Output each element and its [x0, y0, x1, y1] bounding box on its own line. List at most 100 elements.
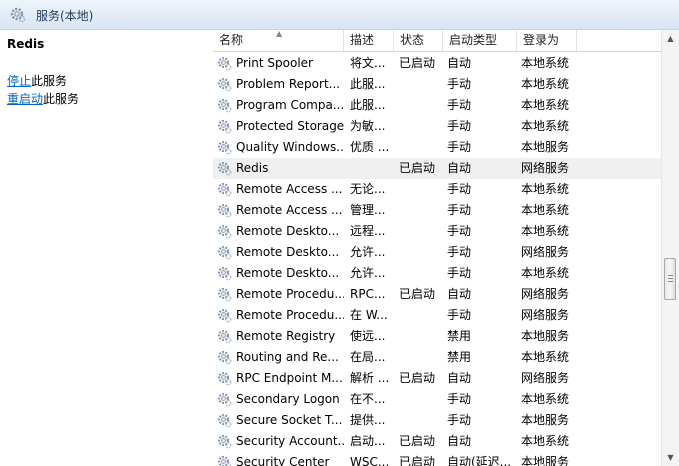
- table-row[interactable]: Program Compa... 此服... 手动 本地系统: [213, 95, 661, 116]
- description-cell: 在 W...: [350, 308, 388, 322]
- column-header-description[interactable]: 描述: [344, 30, 394, 51]
- service-name-cell: Secondary Logon: [236, 392, 340, 406]
- description-cell: 无论...: [350, 182, 386, 196]
- table-row[interactable]: Remote Access ... 无论... 手动 本地系统: [213, 179, 661, 200]
- service-gear-icon: [217, 119, 232, 134]
- table-row[interactable]: Remote Registry 使远... 禁用 本地服务: [213, 326, 661, 347]
- status-cell: 已启动: [399, 161, 436, 175]
- column-header-startup-type[interactable]: 启动类型: [443, 30, 517, 51]
- service-gear-icon: [217, 98, 232, 113]
- service-gear-icon: [217, 350, 232, 365]
- column-header-status[interactable]: 状态: [394, 30, 443, 51]
- service-gear-icon: [217, 245, 232, 260]
- table-row[interactable]: Secondary Logon 在不... 手动 本地系统: [213, 389, 661, 410]
- column-header-name[interactable]: 名称 ▲: [213, 30, 344, 51]
- restart-service-text: 此服务: [43, 92, 80, 106]
- table-row[interactable]: Remote Procedu... RPC... 已启动 自动 网络服务: [213, 284, 661, 305]
- startup-type-cell: 手动: [447, 392, 472, 406]
- service-name-cell: Remote Deskto...: [236, 266, 340, 280]
- service-name-cell: Security Account...: [236, 434, 344, 448]
- services-gear-icon: [10, 7, 26, 23]
- table-row[interactable]: Secure Socket T... 提供... 手动 本地服务: [213, 410, 661, 431]
- table-row[interactable]: Remote Deskto... 远程... 手动 本地系统: [213, 221, 661, 242]
- service-name-cell: Secure Socket T...: [236, 413, 343, 427]
- column-header-logon-as[interactable]: 登录为: [517, 30, 577, 51]
- description-cell: 将文...: [350, 56, 386, 70]
- status-cell: 已启动: [399, 287, 436, 301]
- status-cell: [399, 200, 443, 221]
- table-row[interactable]: Remote Deskto... 允许... 手动 网络服务: [213, 242, 661, 263]
- logon-as-cell: 本地系统: [521, 203, 570, 217]
- restart-service-action: 重启动此服务: [7, 90, 79, 107]
- status-cell: [399, 242, 443, 263]
- service-gear-icon: [217, 287, 232, 302]
- services-table: 名称 ▲ 描述 状态 启动类型 登录为 Print Spooler 将文... 已启…: [213, 30, 661, 466]
- startup-type-cell: 自动(延迟...: [447, 455, 512, 466]
- column-name-label: 名称: [219, 33, 244, 47]
- scrollbar-thumb[interactable]: [664, 258, 676, 300]
- service-name-cell: Redis: [236, 161, 269, 175]
- service-gear-icon: [217, 140, 232, 155]
- startup-type-cell: 手动: [447, 182, 472, 196]
- logon-as-cell: 本地系统: [521, 350, 570, 364]
- startup-type-cell: 手动: [447, 224, 472, 238]
- logon-as-cell: 本地系统: [521, 77, 570, 91]
- column-startup-label: 启动类型: [449, 33, 498, 47]
- table-row[interactable]: Protected Storage 为敏... 手动 本地系统: [213, 116, 661, 137]
- logon-as-cell: 网络服务: [521, 308, 570, 322]
- table-row[interactable]: Remote Deskto... 允许... 手动 本地系统: [213, 263, 661, 284]
- table-row[interactable]: Problem Report... 此服... 手动 本地系统: [213, 74, 661, 95]
- startup-type-cell: 手动: [447, 77, 472, 91]
- description-cell: 此服...: [350, 98, 386, 112]
- table-row[interactable]: Remote Access ... 管理... 手动 本地系统: [213, 200, 661, 221]
- service-gear-icon: [217, 329, 232, 344]
- description-cell: 提供...: [350, 413, 386, 427]
- table-row[interactable]: Print Spooler 将文... 已启动 自动 本地系统: [213, 53, 661, 74]
- startup-type-cell: 手动: [447, 245, 472, 259]
- status-cell: [399, 389, 443, 410]
- scroll-up-arrow-icon[interactable]: ▲: [662, 30, 679, 47]
- logon-as-cell: 本地服务: [521, 329, 570, 343]
- service-gear-icon: [217, 434, 232, 449]
- description-cell: 在局...: [350, 350, 386, 364]
- logon-as-cell: 本地系统: [521, 392, 570, 406]
- table-row[interactable]: Remote Procedu... 在 W... 手动 网络服务: [213, 305, 661, 326]
- service-gear-icon: [217, 413, 232, 428]
- restart-service-link[interactable]: 重启动: [7, 92, 43, 106]
- stop-service-link[interactable]: 停止: [7, 74, 31, 88]
- logon-as-cell: 本地系统: [521, 182, 570, 196]
- logon-as-cell: 网络服务: [521, 371, 570, 385]
- status-cell: 已启动: [399, 371, 436, 385]
- logon-as-cell: 本地系统: [521, 434, 570, 448]
- service-name-cell: Security Center: [236, 455, 330, 466]
- vertical-scrollbar[interactable]: ▲ ▼: [661, 30, 679, 466]
- table-row[interactable]: Security Center WSC... 已启动 自动(延迟... 本地服务: [213, 452, 661, 466]
- service-gear-icon: [217, 161, 232, 176]
- service-gear-icon: [217, 224, 232, 239]
- startup-type-cell: 手动: [447, 266, 472, 280]
- logon-as-cell: 网络服务: [521, 287, 570, 301]
- table-row[interactable]: Quality Windows... 优质 ... 手动 本地服务: [213, 137, 661, 158]
- service-gear-icon: [217, 392, 232, 407]
- table-row[interactable]: Redis 已启动 自动 网络服务: [213, 158, 661, 179]
- logon-as-cell: 本地系统: [521, 56, 570, 70]
- scroll-down-arrow-icon[interactable]: ▼: [662, 449, 679, 466]
- status-cell: [399, 347, 443, 368]
- service-name-cell: Remote Registry: [236, 329, 336, 343]
- status-cell: [399, 116, 443, 137]
- service-gear-icon: [217, 371, 232, 386]
- service-name-cell: Remote Deskto...: [236, 224, 340, 238]
- column-logon-label: 登录为: [523, 33, 560, 47]
- status-cell: 已启动: [399, 56, 436, 70]
- startup-type-cell: 禁用: [447, 350, 472, 364]
- description-cell: 管理...: [350, 203, 386, 217]
- table-row[interactable]: Routing and Re... 在局... 禁用 本地系统: [213, 347, 661, 368]
- status-cell: [399, 410, 443, 431]
- table-row[interactable]: RPC Endpoint M... 解析 ... 已启动 自动 网络服务: [213, 368, 661, 389]
- service-name-cell: RPC Endpoint M...: [236, 371, 343, 385]
- window-titlebar: 服务(本地): [0, 0, 679, 30]
- table-row[interactable]: Security Account... 启动... 已启动 自动 本地系统: [213, 431, 661, 452]
- description-cell: 在不...: [350, 392, 386, 406]
- service-name-cell: Remote Procedu...: [236, 308, 344, 322]
- startup-type-cell: 手动: [447, 413, 472, 427]
